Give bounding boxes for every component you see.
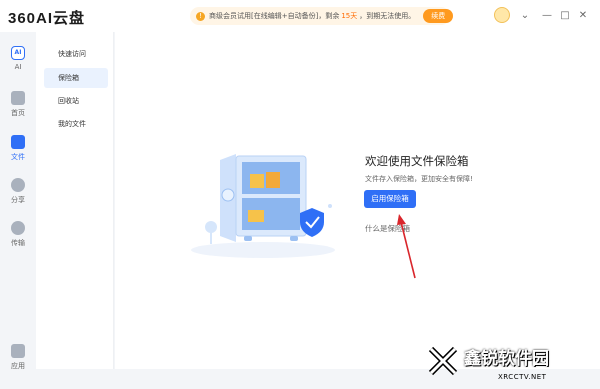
watermark: 鑫锐软件园 XRCCTV.NET	[420, 341, 600, 389]
folder-icon	[11, 135, 25, 149]
close-button[interactable]: ✕	[576, 9, 590, 23]
collapse-icon[interactable]: ⌄	[518, 9, 532, 23]
home-icon	[11, 91, 25, 105]
minimize-button[interactable]: —	[540, 9, 554, 23]
nav-item-apps[interactable]: 应用	[0, 344, 36, 371]
trial-banner[interactable]: ! 商级会员试用[在线编辑+自动备份]，剩余 15天 ，到期无法使用。 续费	[190, 7, 454, 25]
main-content: 欢迎使用文件保险箱 文件存入保险箱，更加安全有保障! 启用保险箱 什么是保险箱	[115, 32, 600, 369]
nav-label: 应用	[11, 362, 25, 370]
vault-subtext: 文件存入保险箱，更加安全有保障!	[365, 175, 473, 183]
annotation-arrow	[397, 214, 416, 279]
subnav-item-recycle-bin[interactable]: 回收站	[44, 91, 108, 111]
vault-headline: 欢迎使用文件保险箱	[365, 154, 469, 168]
trial-days: 15天	[341, 12, 358, 20]
watermark-title: 鑫锐软件园	[464, 349, 549, 369]
enable-vault-button[interactable]: 启用保险箱	[364, 190, 416, 208]
nav-label: 文件	[11, 153, 25, 161]
nav-label: AI	[14, 63, 22, 71]
watermark-subtitle: XRCCTV.NET	[498, 373, 547, 381]
nav-item-transfer[interactable]: 传输	[0, 221, 36, 248]
apps-icon	[11, 344, 25, 358]
nav-label: 首页	[11, 109, 25, 117]
file-subnav: 快速访问 保险箱 回收站 我的文件	[36, 32, 114, 369]
title-bar: 360AI云盘 ! 商级会员试用[在线编辑+自动备份]，剩余 15天 ，到期无法…	[0, 0, 600, 32]
transfer-icon	[11, 221, 25, 235]
watermark-logo-icon	[428, 346, 458, 376]
subnav-item-quick-access[interactable]: 快速访问	[44, 44, 108, 64]
nav-label: 传输	[11, 239, 25, 247]
subnav-item-vault[interactable]: 保险箱	[44, 68, 108, 88]
left-nav: AI AI 首页 文件 分享 传输 应用	[0, 32, 36, 389]
maximize-button[interactable]: □	[558, 9, 572, 23]
subnav-item-my-files[interactable]: 我的文件	[44, 114, 108, 134]
trial-text: 商级会员试用[在线编辑+自动备份]，剩余	[209, 12, 340, 20]
nav-item-ai[interactable]: AI AI	[0, 46, 36, 71]
nav-item-home[interactable]: 首页	[0, 91, 36, 118]
avatar[interactable]	[494, 7, 510, 23]
nav-item-share[interactable]: 分享	[0, 178, 36, 205]
share-icon	[11, 178, 25, 192]
vault-illustration	[191, 154, 335, 258]
app-logo: 360AI云盘	[8, 10, 86, 27]
renew-button[interactable]: 续费	[423, 9, 454, 23]
nav-label: 分享	[11, 196, 25, 204]
warning-icon: !	[196, 11, 205, 21]
nav-item-files[interactable]: 文件	[0, 135, 36, 162]
ai-icon: AI	[11, 46, 25, 60]
trial-after-text: ，到期无法使用。	[359, 12, 416, 20]
